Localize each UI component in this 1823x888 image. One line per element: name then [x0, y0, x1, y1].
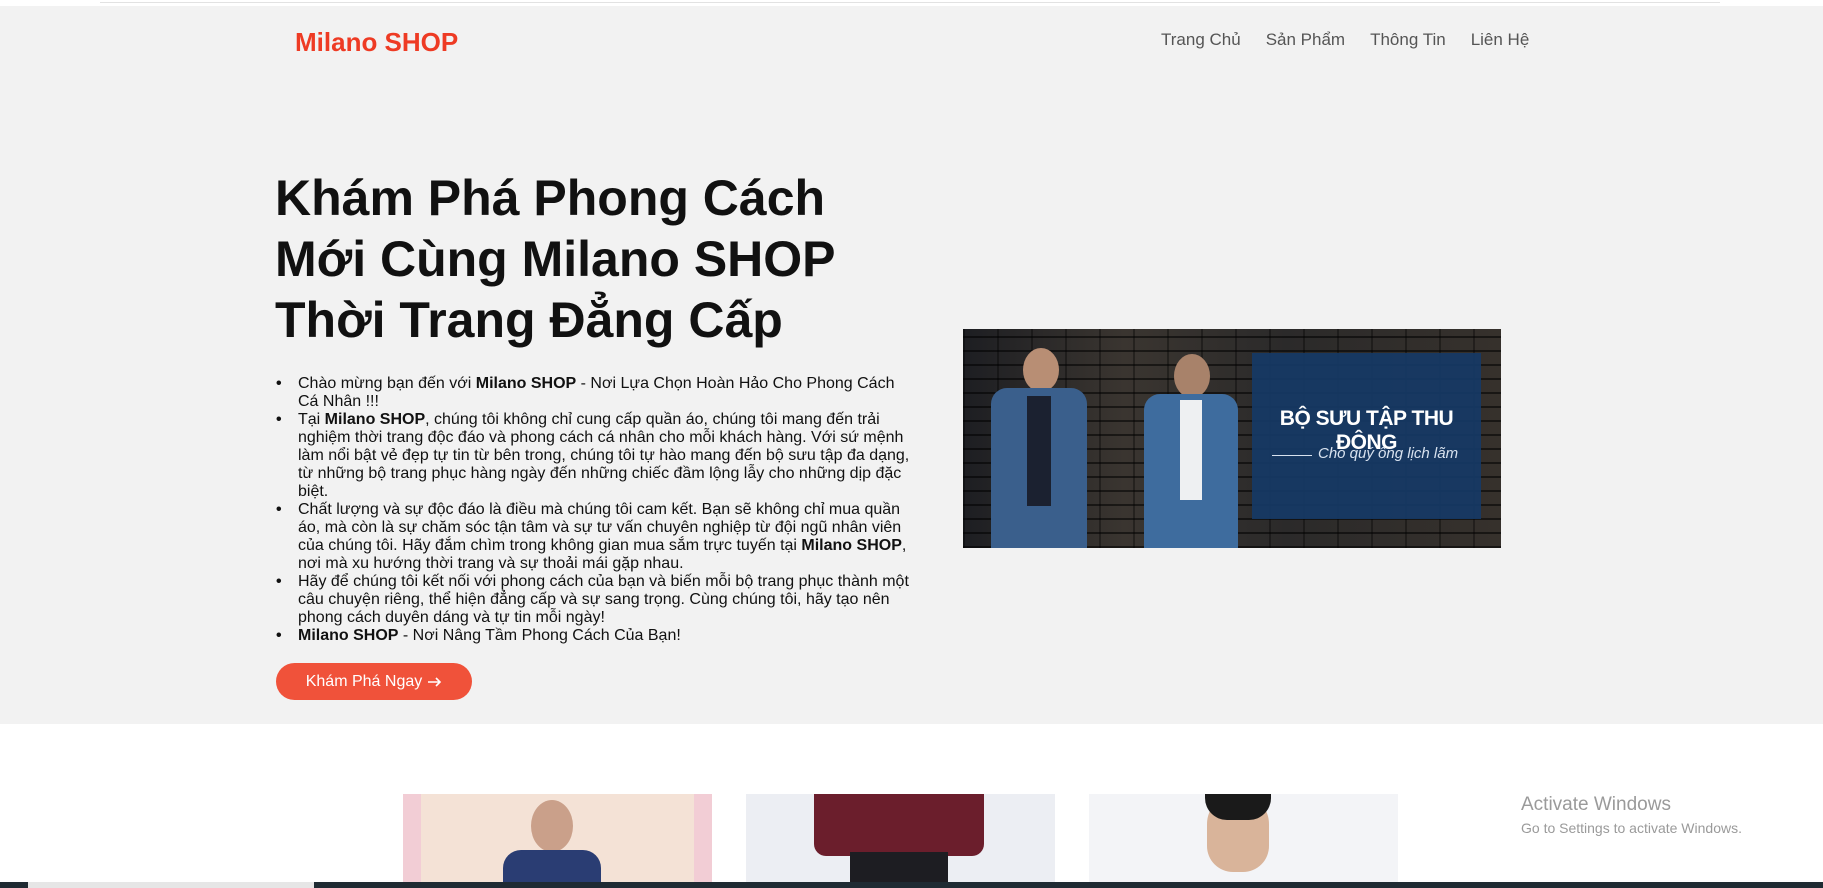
product-card[interactable]	[403, 794, 712, 888]
intro-brand: Milano SHOP	[801, 537, 902, 554]
intro-item: Hãy để chúng tôi kết nối với phong cách …	[276, 573, 916, 627]
intro-text: Tại	[298, 411, 325, 428]
intro-text: - Nơi Nâng Tầm Phong Cách Của Bạn!	[398, 627, 681, 644]
intro-item: Milano SHOP - Nơi Nâng Tầm Phong Cách Củ…	[276, 627, 916, 645]
product-image-shirt	[814, 794, 984, 856]
model-figure	[1138, 348, 1243, 548]
top-divider	[100, 2, 1720, 3]
nav-link-contact[interactable]: Liên Hệ	[1471, 30, 1530, 50]
collection-banner[interactable]: BỘ SƯU TẬP THU ĐÔNG Cho quý ông lịch lãm	[963, 329, 1501, 548]
intro-item: Chào mừng bạn đến với Milano SHOP - Nơi …	[276, 375, 916, 411]
site-logo[interactable]: Milano SHOP	[295, 27, 458, 58]
nav-link-info[interactable]: Thông Tin	[1370, 30, 1446, 50]
intro-brand: Milano SHOP	[475, 375, 577, 392]
intro-brand: Milano SHOP	[298, 627, 399, 644]
intro-text: Hãy để chúng tôi kết nối với phong cách …	[298, 573, 909, 626]
hero-intro-list: Chào mừng bạn đến với Milano SHOP - Nơi …	[276, 375, 916, 645]
watermark-title: Activate Windows	[1521, 794, 1671, 815]
watermark-subtitle: Go to Settings to activate Windows.	[1521, 820, 1742, 836]
product-card[interactable]	[1089, 794, 1398, 888]
nav-link-products[interactable]: Sản Phẩm	[1266, 30, 1345, 50]
product-image-hair	[1205, 794, 1271, 820]
hero-headline: Khám Phá Phong Cách Mới Cùng Milano SHOP…	[275, 170, 835, 348]
model-figure	[983, 348, 1093, 548]
arrow-right-icon	[428, 676, 442, 687]
main-nav: Trang Chủ Sản Phẩm Thông Tin Liên Hệ	[1161, 30, 1529, 50]
banner-text-panel: BỘ SƯU TẬP THU ĐÔNG Cho quý ông lịch lãm	[1252, 353, 1481, 519]
windows-activation-watermark: Activate Windows Go to Settings to activ…	[1521, 794, 1742, 836]
product-grid	[403, 794, 1398, 888]
intro-text: Chào mừng bạn đến với	[298, 375, 476, 392]
banner-divider	[1272, 455, 1312, 456]
intro-brand: Milano SHOP	[324, 411, 426, 428]
nav-link-home[interactable]: Trang Chủ	[1161, 30, 1241, 50]
explore-now-label: Khám Phá Ngay	[305, 672, 423, 690]
intro-item: Chất lượng và sự độc đáo là điều mà chún…	[276, 501, 916, 573]
taskbar-highlight	[28, 882, 314, 888]
product-card[interactable]	[746, 794, 1055, 888]
banner-subtitle: Cho quý ông lịch lãm	[1318, 445, 1459, 462]
intro-item: Tại Milano SHOP, chúng tôi không chỉ cun…	[276, 411, 916, 501]
explore-now-button[interactable]: Khám Phá Ngay	[276, 663, 472, 700]
hero-section: Milano SHOP Trang Chủ Sản Phẩm Thông Tin…	[0, 6, 1823, 724]
taskbar	[0, 882, 1823, 888]
product-image-model	[531, 800, 573, 852]
